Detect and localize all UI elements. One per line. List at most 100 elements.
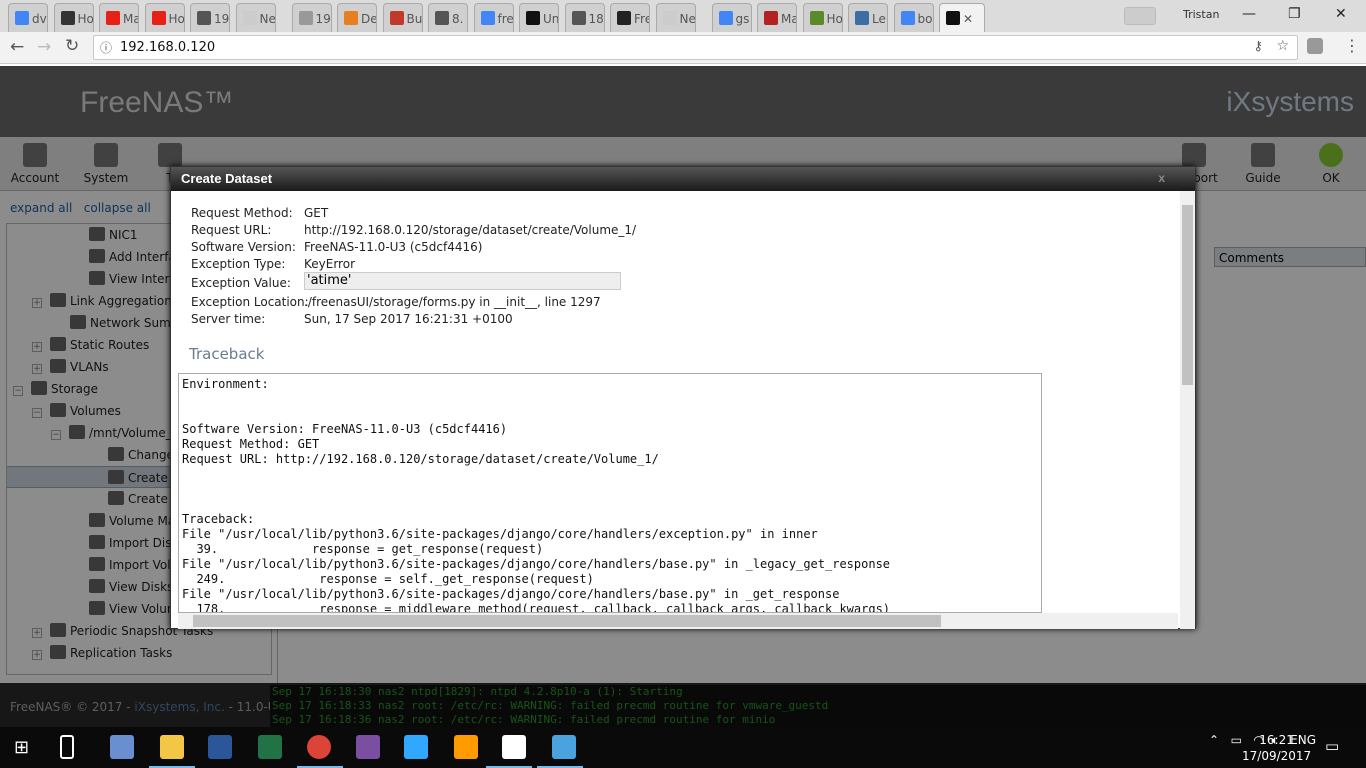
browser-tab[interactable]: dv <box>8 3 48 32</box>
browser-tab[interactable]: Ho <box>144 3 185 32</box>
maximize-button[interactable]: ❐ <box>1288 6 1301 22</box>
reload-icon[interactable]: ↻ <box>65 36 79 56</box>
photoshop-icon[interactable] <box>404 735 428 759</box>
browser-tab[interactable]: Un <box>519 3 559 32</box>
tab-favicon-icon <box>344 11 358 25</box>
tab-title: Bu <box>406 12 423 26</box>
tab-favicon-icon <box>298 11 313 25</box>
exception-field: Software Version: FreeNAS-11.0-U3 (c5dcf4… <box>191 240 482 254</box>
horizontal-scrollbar[interactable] <box>178 613 1178 629</box>
tab-title: 19 <box>315 12 331 26</box>
browser-tab[interactable]: fre <box>473 3 514 32</box>
info-icon[interactable]: ⓘ <box>100 39 112 56</box>
windows-start-icon[interactable]: ⊞ <box>14 737 29 758</box>
browser-tab[interactable]: ✕ <box>939 3 985 32</box>
dialog-title-text: Create Dataset <box>181 171 273 186</box>
time: 16:21 <box>1259 733 1294 747</box>
field-label: Exception Type: <box>191 257 286 271</box>
traceback-textarea[interactable]: Environment: Software Version: FreeNAS-1… <box>178 373 1042 613</box>
battery-icon[interactable]: ▭ <box>1231 733 1242 747</box>
browser-tab[interactable]: New Ta <box>235 3 276 32</box>
word-icon[interactable] <box>208 735 232 759</box>
profile-name[interactable]: Tristan <box>1183 8 1219 21</box>
tab-title: 8. <box>452 12 464 26</box>
exception-field: Request Method: GET <box>191 206 328 220</box>
menu-icon[interactable]: ⋮ <box>1344 36 1360 55</box>
browser-tab[interactable]: Ma <box>99 3 139 32</box>
close-tab-icon[interactable]: ✕ <box>963 12 973 26</box>
control-panel-icon[interactable] <box>552 735 576 759</box>
scrollbar-thumb[interactable] <box>1182 205 1193 385</box>
tab-title: 18 <box>588 12 604 26</box>
tab-favicon-icon <box>855 11 869 25</box>
browser-tab[interactable]: 18 <box>564 3 605 32</box>
tab-favicon-icon <box>151 11 166 25</box>
field-label: Request Method: <box>191 206 293 220</box>
field-label: Exception Location: <box>191 295 309 309</box>
tab-favicon-icon <box>900 11 915 25</box>
browser-tab[interactable]: Ho <box>802 3 843 32</box>
browser-tab[interactable]: Ho <box>53 3 94 32</box>
settings-icon[interactable] <box>502 735 526 759</box>
task-view-icon[interactable] <box>60 735 74 759</box>
file-explorer-icon[interactable] <box>160 735 184 759</box>
tab-favicon-icon <box>662 11 677 25</box>
tab-favicon-icon <box>15 11 29 25</box>
browser-tab-strip: dv Ho Ma Ho 19 New Ta 19 De Bu 8. fre Un 18 Fre New Ta… <box>0 0 1366 32</box>
browser-tab[interactable]: bo <box>893 3 934 32</box>
tab-favicon-icon <box>809 11 824 25</box>
tab-favicon-icon <box>946 11 960 25</box>
back-icon[interactable]: ← <box>10 37 24 57</box>
bookmark-star-icon[interactable]: ☆ <box>1276 38 1289 54</box>
browser-tab[interactable]: New Ta <box>655 3 696 32</box>
browser-tab[interactable]: 19 <box>291 3 332 32</box>
browser-tab[interactable]: 19 <box>190 3 230 32</box>
tab-favicon-icon <box>480 11 495 25</box>
tab-title: New Ta <box>259 12 276 26</box>
forward-icon[interactable]: → <box>37 37 51 57</box>
illustrator-icon[interactable] <box>454 735 478 759</box>
tab-title: Ho <box>77 12 94 26</box>
tab-title: New Ta <box>679 12 696 26</box>
browser-tab[interactable]: Bu <box>382 3 423 32</box>
tab-title: Ma <box>123 12 139 26</box>
excel-icon[interactable] <box>258 735 282 759</box>
browser-tab[interactable]: 8. <box>428 3 468 32</box>
new-tab-button[interactable] <box>1124 7 1156 25</box>
network-icon[interactable] <box>110 735 134 759</box>
traceback-heading: Traceback <box>189 345 265 363</box>
minimize-button[interactable]: — <box>1242 6 1256 22</box>
tab-favicon-icon <box>571 11 586 25</box>
tab-favicon-icon <box>197 11 211 25</box>
vertical-scrollbar[interactable] <box>1180 191 1195 629</box>
exception-field: Exception Type: KeyError <box>191 257 355 271</box>
clock[interactable]: 16:21 17/09/2017 <box>1242 732 1311 764</box>
field-value: GET <box>304 206 329 220</box>
browser-tab[interactable]: De <box>337 3 377 32</box>
field-label: Exception Value: <box>191 276 291 290</box>
notifications-icon[interactable]: ▭ <box>1325 737 1339 755</box>
tab-title: 19 <box>214 12 230 26</box>
key-icon[interactable]: ⚷ <box>1253 39 1263 54</box>
windows-taskbar: ⊞ ⌃ ▭ ◠ 🔈︎ ENG 16:21 17/09/2017 ▭ <box>0 727 1366 768</box>
browser-tab[interactable]: Ma <box>757 3 797 32</box>
extension-icon[interactable] <box>1307 38 1323 54</box>
browser-tab[interactable]: Le <box>848 3 888 32</box>
exception-field: Exception Location: ./freenasUI/storage/f… <box>191 295 601 309</box>
exception-field: Request URL: http://192.168.0.120/storage… <box>191 223 636 237</box>
close-icon[interactable]: x <box>1158 171 1165 185</box>
field-label: Server time: <box>191 312 266 326</box>
tab-favicon-icon <box>389 11 404 25</box>
tab-favicon-icon <box>718 11 733 25</box>
exception-value-field: 'atime' <box>304 272 621 290</box>
browser-tab[interactable]: gs <box>711 3 752 32</box>
chevron-up-icon[interactable]: ⌃ <box>1209 733 1219 747</box>
tab-favicon-icon <box>764 11 778 25</box>
browser-tab[interactable]: Fre <box>610 3 650 32</box>
chrome-icon[interactable] <box>307 735 331 759</box>
scrollbar-thumb[interactable] <box>193 615 941 627</box>
url-input[interactable]: ⓘ 192.168.0.120 ⚷ ☆ <box>93 35 1298 60</box>
exception-field: Server time: Sun, 17 Sep 2017 16:21:31 +0… <box>191 312 513 326</box>
eclipse-icon[interactable] <box>356 735 380 759</box>
close-window-button[interactable]: ✕ <box>1335 6 1347 22</box>
